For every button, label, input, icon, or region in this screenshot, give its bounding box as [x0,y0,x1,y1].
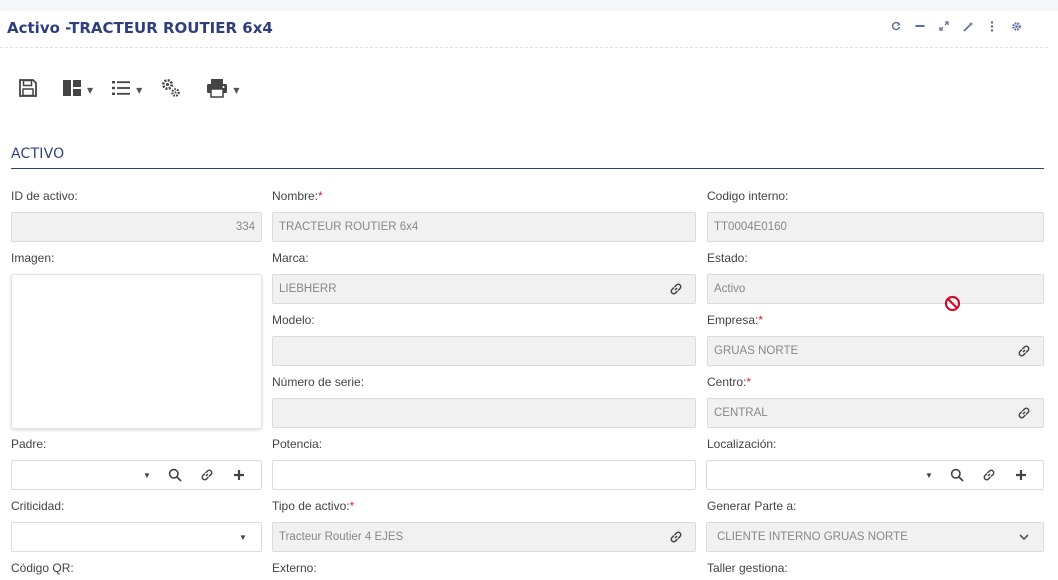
top-strip [0,0,1058,11]
criticidad-select[interactable]: ▼ [11,522,262,552]
potencia-input[interactable] [272,460,696,490]
estado-value: Activo [714,283,746,295]
link-icon[interactable] [1005,399,1043,427]
centro-value: CENTRAL [714,407,768,419]
criticidad-actions: ▼ [231,523,255,551]
nombre-value: TRACTEUR ROUTIER 6x4 [279,221,419,233]
marca-label: Marca: [272,251,309,265]
empresa-value: GRUAS NORTE [714,345,799,357]
image-upload-area[interactable] [11,274,262,429]
caret-down-icon: ▼ [136,85,143,95]
section-divider [11,168,1044,169]
criticidad-label: Criticidad: [11,499,65,513]
more-vertical-icon[interactable] [980,18,1004,34]
refresh-icon[interactable] [884,18,908,34]
plus-icon[interactable] [1005,461,1037,489]
caret-down-icon: ▼ [87,85,94,95]
nombre-label: Nombre:* [272,189,323,203]
list-dropdown-button[interactable]: ▼ [111,77,142,103]
save-icon [18,78,38,102]
id-activo-value: 334 [235,221,255,233]
magic-wand-icon[interactable] [956,18,980,34]
centro-field[interactable]: CENTRAL [707,398,1044,428]
nombre-field[interactable]: TRACTEUR ROUTIER 6x4 [272,212,696,242]
imagen-label: Imagen: [11,251,55,265]
settings-icon[interactable] [1004,18,1028,34]
list-icon [111,78,131,102]
marca-field[interactable]: LIEBHERR [272,274,696,304]
externo-label: Externo: [272,561,317,575]
layout-icon [62,78,82,102]
taller-gestiona-label: Taller gestiona: [707,561,788,575]
print-dropdown-button[interactable]: ▼ [206,77,239,103]
link-icon[interactable] [657,523,695,551]
caret-down-icon[interactable]: ▼ [135,461,159,489]
padre-label: Padre: [11,437,47,451]
link-icon[interactable] [1005,337,1043,365]
empresa-field[interactable]: GRUAS NORTE [707,336,1044,366]
empresa-label: Empresa:* [707,313,764,327]
section-title: ACTIVO [11,146,65,162]
estado-label: Estado: [707,251,748,265]
localizacion-actions: ▼ [917,461,1037,489]
tipo-activo-field[interactable]: Tracteur Routier 4 EJES [272,522,696,552]
numero-serie-field[interactable] [272,398,696,428]
codigo-interno-value: TT0004E0160 [714,221,787,233]
modelo-field[interactable] [272,336,696,366]
generar-parte-select[interactable]: CLIENTE INTERNO GRUAS NORTE [706,522,1044,552]
window-title: Activo -TRACTEUR ROUTIER 6x4 [7,19,273,37]
codigo-qr-label: Código QR: [11,561,74,575]
padre-actions: ▼ [135,461,255,489]
expand-icon[interactable] [932,18,956,34]
cogs-icon [160,77,182,103]
potencia-label: Potencia: [272,437,323,451]
codigo-interno-label: Codigo interno: [707,189,789,203]
marca-value: LIEBHERR [279,283,337,295]
localizacion-field[interactable]: ▼ [706,460,1044,490]
generar-parte-value: CLIENTE INTERNO GRUAS NORTE [717,531,908,543]
search-icon[interactable] [159,461,191,489]
toolbar: ▼ ▼ ▼ [18,77,253,103]
print-icon [206,78,228,102]
plus-icon[interactable] [223,461,255,489]
padre-field[interactable]: ▼ [11,460,262,490]
localizacion-label: Localización: [707,437,777,451]
caret-down-icon[interactable]: ▼ [917,461,941,489]
numero-serie-label: Número de serie: [272,375,365,389]
link-icon[interactable] [191,461,223,489]
caret-down-icon[interactable]: ▼ [231,523,255,551]
blocked-cursor-icon [944,295,961,312]
search-icon[interactable] [941,461,973,489]
tipo-activo-value: Tracteur Routier 4 EJES [279,531,404,543]
link-icon[interactable] [973,461,1005,489]
layout-dropdown-button[interactable]: ▼ [62,77,93,103]
window-tools [884,18,1028,34]
modelo-label: Modelo: [272,313,315,327]
id-activo-field[interactable]: 334 [11,212,262,242]
tipo-activo-label: Tipo de activo:* [272,499,355,513]
minimize-icon[interactable] [908,18,932,34]
codigo-interno-field[interactable]: TT0004E0160 [707,212,1044,242]
link-icon[interactable] [657,275,695,303]
settings-button[interactable] [160,77,182,103]
chevron-down-icon[interactable] [1005,523,1043,551]
save-button[interactable] [18,77,38,103]
generar-parte-label: Generar Parte a: [707,499,797,513]
title-divider [0,47,1048,48]
centro-label: Centro:* [707,375,752,389]
estado-field[interactable]: Activo [707,274,1044,304]
id-activo-label: ID de activo: [11,189,78,203]
caret-down-icon: ▼ [233,85,240,95]
